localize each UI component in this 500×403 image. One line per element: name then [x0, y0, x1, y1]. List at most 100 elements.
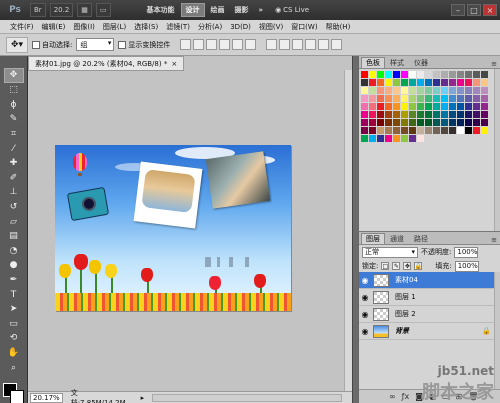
brush-tool-icon[interactable]: ✐ [4, 170, 24, 185]
zoom-field[interactable]: 20.17% [30, 392, 63, 403]
tab-instruments[interactable]: 仪器 [409, 57, 433, 68]
auto-select-checkbox[interactable]: 自动选择: [32, 40, 72, 50]
color-swatch[interactable] [441, 71, 448, 78]
panel-menu-icon[interactable]: ≡ [491, 236, 497, 244]
align-right-icon[interactable] [245, 39, 257, 50]
color-swatch[interactable] [457, 95, 464, 102]
color-swatch[interactable] [409, 87, 416, 94]
color-swatch[interactable] [393, 79, 400, 86]
color-swatch[interactable] [361, 95, 368, 102]
link-layers-icon[interactable]: ∞ [389, 392, 396, 401]
color-swatch[interactable] [361, 103, 368, 110]
menu-select[interactable]: 选择(S) [130, 22, 162, 32]
color-swatch[interactable] [441, 95, 448, 102]
distribute-bottom-icon[interactable] [292, 39, 304, 50]
color-swatch[interactable] [361, 135, 368, 142]
color-swatch[interactable] [425, 71, 432, 78]
type-tool-icon[interactable]: T [4, 287, 24, 302]
color-swatch[interactable] [393, 87, 400, 94]
color-swatch[interactable] [401, 111, 408, 118]
align-hcenter-icon[interactable] [232, 39, 244, 50]
menu-image[interactable]: 图像(I) [69, 22, 99, 32]
blend-mode-dropdown[interactable]: 正常 [362, 246, 418, 258]
layer-row[interactable]: ◉ 图层 1 [359, 289, 495, 306]
workspace-design[interactable]: 设计 [180, 3, 205, 17]
color-swatch[interactable] [481, 95, 488, 102]
color-swatch[interactable] [417, 95, 424, 102]
color-swatch[interactable] [369, 79, 376, 86]
visibility-eye-icon[interactable]: ◉ [359, 276, 371, 285]
color-swatch[interactable] [401, 95, 408, 102]
color-swatch[interactable] [481, 79, 488, 86]
color-swatch[interactable] [377, 87, 384, 94]
color-swatch[interactable] [481, 87, 488, 94]
color-swatch[interactable] [473, 95, 480, 102]
color-swatch[interactable] [449, 95, 456, 102]
color-swatch[interactable] [457, 71, 464, 78]
distribute-vcenter-icon[interactable] [279, 39, 291, 50]
healing-brush-tool-icon[interactable]: ✚ [4, 156, 24, 171]
align-top-icon[interactable] [180, 39, 192, 50]
color-swatch[interactable] [449, 103, 456, 110]
color-swatch[interactable] [425, 87, 432, 94]
swatches-scrollbar[interactable] [494, 69, 500, 231]
move-tool-preset-icon[interactable]: ✥▾ [6, 36, 28, 53]
color-swatch[interactable] [369, 135, 376, 142]
color-swatch[interactable] [401, 119, 408, 126]
color-swatch[interactable] [409, 119, 416, 126]
color-swatch[interactable] [425, 95, 432, 102]
color-swatch[interactable] [361, 119, 368, 126]
color-swatch[interactable] [441, 87, 448, 94]
arrange-documents-button[interactable]: ▦ [77, 3, 92, 17]
fill-field[interactable]: 100% [454, 260, 479, 272]
image-canvas[interactable] [55, 145, 291, 311]
color-swatch[interactable] [377, 71, 384, 78]
menu-3d[interactable]: 3D(D) [226, 23, 255, 31]
color-swatch[interactable] [465, 87, 472, 94]
vertical-scrollbar[interactable] [344, 70, 352, 392]
color-swatch[interactable] [481, 71, 488, 78]
horizontal-scrollbar[interactable] [152, 393, 342, 402]
color-swatch[interactable] [361, 79, 368, 86]
color-swatch[interactable] [449, 111, 456, 118]
color-swatch[interactable] [457, 103, 464, 110]
color-swatch[interactable] [417, 135, 424, 142]
color-swatch[interactable] [385, 135, 392, 142]
color-swatch[interactable] [441, 79, 448, 86]
dodge-tool-icon[interactable]: ● [4, 258, 24, 273]
color-swatch[interactable] [473, 119, 480, 126]
color-swatch[interactable] [457, 111, 464, 118]
eraser-tool-icon[interactable]: ▱ [4, 214, 24, 229]
color-swatch[interactable] [369, 95, 376, 102]
color-swatch[interactable] [409, 127, 416, 134]
opacity-field[interactable]: 100% [454, 246, 479, 258]
color-swatch[interactable] [385, 71, 392, 78]
close-button[interactable]: × [483, 4, 497, 16]
color-swatch[interactable] [457, 127, 464, 134]
color-swatch[interactable] [433, 79, 440, 86]
color-swatch[interactable] [393, 95, 400, 102]
color-swatch[interactable] [465, 103, 472, 110]
color-swatch[interactable] [377, 103, 384, 110]
color-swatch[interactable] [369, 71, 376, 78]
color-swatch[interactable] [473, 127, 480, 134]
lock-transparency-icon[interactable]: □ [381, 262, 390, 270]
color-swatch[interactable] [433, 103, 440, 110]
color-swatch[interactable] [433, 127, 440, 134]
color-swatch[interactable] [465, 79, 472, 86]
zoom-tool-icon[interactable]: ⌕ [4, 360, 24, 375]
layer-row[interactable]: ◉ 背景 🔒 [359, 323, 495, 340]
color-swatch[interactable] [433, 71, 440, 78]
blur-tool-icon[interactable]: ◔ [4, 243, 24, 258]
color-swatch[interactable] [385, 95, 392, 102]
color-swatch[interactable] [481, 103, 488, 110]
menu-filter[interactable]: 滤镜(T) [162, 22, 194, 32]
tab-paths[interactable]: 路径 [409, 233, 433, 244]
clone-stamp-tool-icon[interactable]: ⊥ [4, 185, 24, 200]
show-transform-controls-checkbox[interactable]: 显示变换控件 [118, 40, 170, 50]
menu-file[interactable]: 文件(F) [6, 22, 38, 32]
color-swatch[interactable] [377, 119, 384, 126]
color-swatch[interactable] [465, 71, 472, 78]
color-swatch[interactable] [433, 87, 440, 94]
maximize-button[interactable]: □ [467, 4, 481, 16]
